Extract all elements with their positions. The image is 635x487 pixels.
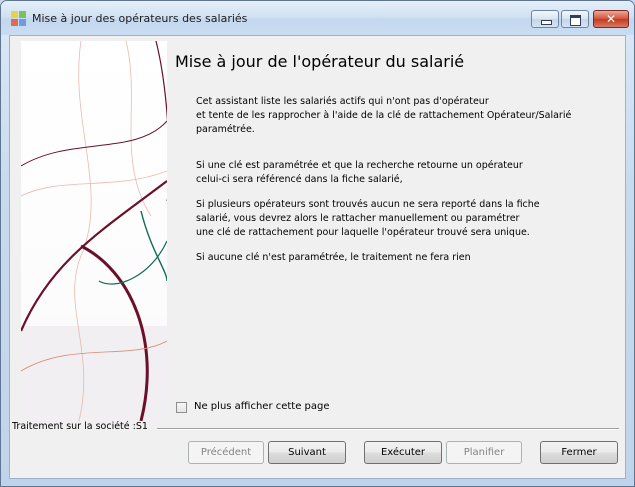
close-button[interactable]: Fermer	[540, 441, 618, 464]
window-title: Mise à jour des opérateurs des salariés	[32, 12, 248, 25]
minimize-button[interactable]	[531, 10, 559, 28]
app-icon	[11, 11, 27, 27]
execute-button[interactable]: Exécuter	[364, 441, 442, 464]
wizard-window: Mise à jour des opérateurs des salariés …	[0, 0, 635, 487]
wizard-heading: Mise à jour de l'opérateur du salarié	[175, 52, 465, 71]
description-line: paramétrée.	[196, 124, 255, 135]
next-button[interactable]: Suivant	[268, 441, 346, 464]
maximize-icon	[570, 15, 581, 26]
title-bar[interactable]: Mise à jour des opérateurs des salariés …	[1, 1, 634, 35]
dont-show-again-checkbox[interactable]	[176, 402, 187, 413]
schedule-button[interactable]: Planifier	[446, 441, 522, 464]
close-window-button[interactable]: ✕	[593, 10, 629, 28]
description-line: salarié, vous devrez alors le rattacher …	[196, 213, 520, 224]
description-paragraph-2: Si une clé est paramétrée et que la rech…	[196, 159, 523, 187]
company-status-text: Traitement sur la société :S1	[12, 421, 148, 432]
description-paragraph-4: Si aucune clé n'est paramétrée, le trait…	[196, 251, 471, 265]
description-paragraph-3: Si plusieurs opérateurs sont trouvés auc…	[196, 198, 540, 240]
description-line: et tente de les rapprocher à l'aide de l…	[196, 110, 572, 121]
description-paragraph-1: Cet assistant liste les salariés actifs …	[196, 95, 571, 137]
description-line: Si aucune clé n'est paramétrée, le trait…	[196, 252, 471, 263]
description-line: Si plusieurs opérateurs sont trouvés auc…	[196, 199, 540, 210]
maximize-button[interactable]	[561, 10, 589, 28]
close-icon: ✕	[605, 12, 617, 26]
wizard-client-area: Mise à jour de l'opérateur du salarié Ce…	[9, 35, 626, 479]
button-separator	[157, 428, 619, 430]
previous-button[interactable]: Précédent	[188, 441, 264, 464]
description-line: celui-ci sera référencé dans la fiche sa…	[196, 174, 403, 185]
minimize-icon	[541, 20, 552, 25]
description-line: Si une clé est paramétrée et que la rech…	[196, 160, 523, 171]
description-line: Cet assistant liste les salariés actifs …	[196, 96, 489, 107]
description-line: une clé de rattachement pour laquelle l'…	[196, 227, 530, 238]
dont-show-again-label[interactable]: Ne plus afficher cette page	[194, 401, 330, 412]
wizard-side-illustration	[21, 41, 167, 421]
